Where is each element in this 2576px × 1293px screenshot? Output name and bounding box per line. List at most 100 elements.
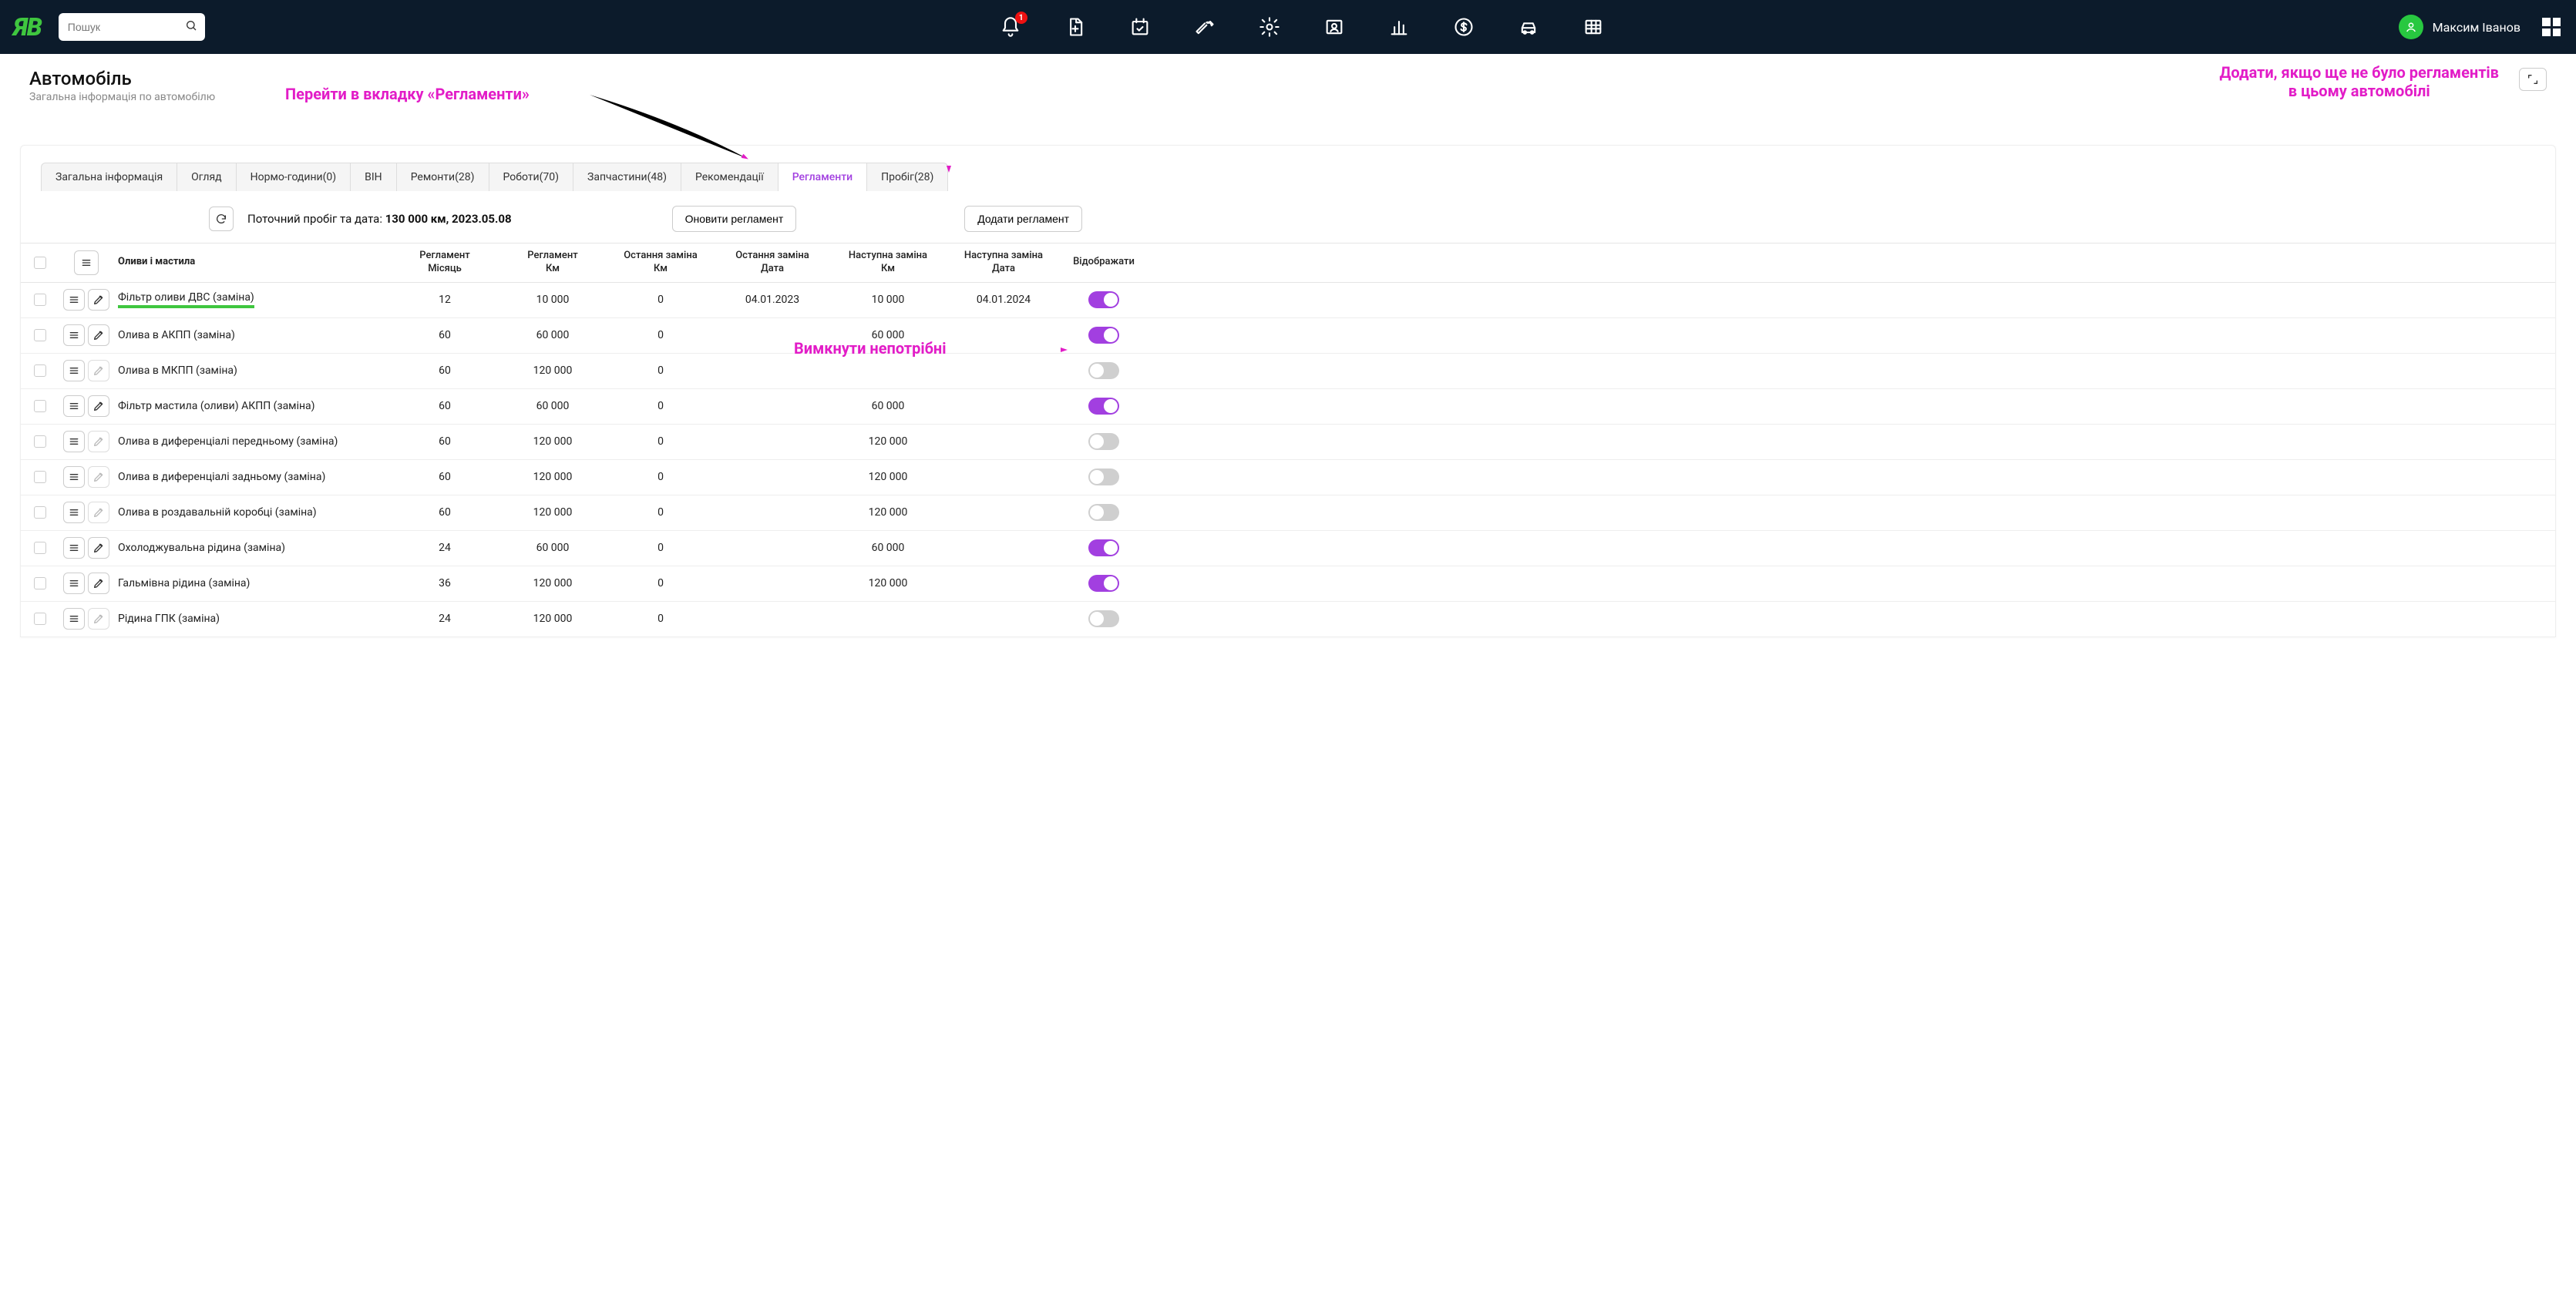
expand-button[interactable] bbox=[2519, 68, 2547, 91]
row-checkbox[interactable] bbox=[34, 294, 46, 306]
tab-0[interactable]: Загальна інформація bbox=[41, 163, 177, 191]
refresh-button[interactable] bbox=[209, 207, 234, 231]
row-checkbox[interactable] bbox=[34, 329, 46, 341]
row-menu-icon[interactable] bbox=[63, 537, 85, 559]
row-last-km: 0 bbox=[607, 394, 715, 418]
row-menu-icon[interactable] bbox=[63, 608, 85, 630]
row-next-date bbox=[946, 542, 1061, 554]
row-last-date bbox=[715, 329, 830, 341]
wrench-icon[interactable] bbox=[1194, 16, 1216, 38]
row-edit-icon[interactable] bbox=[88, 573, 109, 594]
row-name: Фільтр оливи ДВС (заміна) bbox=[113, 285, 391, 314]
row-month: 24 bbox=[391, 606, 499, 631]
row-menu-icon[interactable] bbox=[63, 360, 85, 381]
header-menu-button[interactable] bbox=[74, 250, 99, 275]
row-menu-icon[interactable] bbox=[63, 324, 85, 346]
row-menu-icon[interactable] bbox=[63, 573, 85, 594]
tab-4[interactable]: Ремонти(28) bbox=[397, 163, 489, 191]
col-name: Оливи і мастила bbox=[113, 250, 391, 275]
table-row: Охолоджувальна рідина (заміна)2460 00006… bbox=[21, 531, 2555, 566]
row-checkbox[interactable] bbox=[34, 471, 46, 483]
apps-icon[interactable] bbox=[2542, 18, 2561, 36]
row-menu-icon[interactable] bbox=[63, 289, 85, 311]
row-month: 36 bbox=[391, 571, 499, 596]
update-regulation-button[interactable]: Оновити регламент bbox=[672, 206, 797, 232]
add-regulation-button[interactable]: Додати регламент bbox=[964, 206, 1082, 232]
row-edit-icon[interactable] bbox=[88, 395, 109, 417]
row-km: 120 000 bbox=[499, 465, 607, 489]
row-name: Олива в МКПП (заміна) bbox=[113, 358, 391, 383]
row-km: 10 000 bbox=[499, 287, 607, 312]
row-last-date: 04.01.2023 bbox=[715, 287, 830, 312]
tab-2[interactable]: Нормо-години(0) bbox=[237, 163, 351, 191]
row-checkbox[interactable] bbox=[34, 506, 46, 519]
add-document-icon[interactable] bbox=[1064, 16, 1086, 38]
row-checkbox[interactable] bbox=[34, 400, 46, 412]
page-shell: Автомобіль Загальна інформація по автомо… bbox=[0, 54, 2576, 637]
row-next-date: 04.01.2024 bbox=[946, 287, 1061, 312]
row-km: 120 000 bbox=[499, 571, 607, 596]
row-toggle[interactable] bbox=[1088, 398, 1119, 415]
tab-1[interactable]: Огляд bbox=[177, 163, 236, 191]
search-input[interactable] bbox=[59, 13, 205, 41]
settings-icon[interactable] bbox=[1259, 16, 1280, 38]
row-toggle[interactable] bbox=[1088, 610, 1119, 627]
top-nav: ЯВ 1 bbox=[0, 0, 2576, 54]
chart-icon[interactable] bbox=[1388, 16, 1410, 38]
row-checkbox[interactable] bbox=[34, 577, 46, 589]
row-toggle[interactable] bbox=[1088, 291, 1119, 308]
row-toggle[interactable] bbox=[1088, 433, 1119, 450]
bell-icon[interactable]: 1 bbox=[1000, 16, 1021, 38]
row-month: 24 bbox=[391, 536, 499, 560]
car-icon[interactable] bbox=[1518, 16, 1539, 38]
row-month: 60 bbox=[391, 358, 499, 383]
user-block[interactable]: Максим Іванов bbox=[2399, 15, 2521, 39]
row-name: Рідина ГПК (заміна) bbox=[113, 606, 391, 631]
row-checkbox[interactable] bbox=[34, 542, 46, 554]
row-last-date bbox=[715, 400, 830, 412]
row-next-km: 120 000 bbox=[830, 500, 946, 525]
row-menu-icon[interactable] bbox=[63, 466, 85, 488]
row-toggle[interactable] bbox=[1088, 575, 1119, 592]
row-toggle[interactable] bbox=[1088, 327, 1119, 344]
page-title: Автомобіль bbox=[29, 68, 215, 89]
mileage-value: 130 000 км, 2023.05.08 bbox=[385, 212, 512, 226]
contact-icon[interactable] bbox=[1323, 16, 1345, 38]
checkbox-all[interactable] bbox=[34, 257, 46, 269]
tab-6[interactable]: Запчастини(48) bbox=[573, 163, 681, 191]
action-bar: Поточний пробіг та дата: 130 000 км, 202… bbox=[21, 192, 2555, 243]
grid-icon[interactable] bbox=[1582, 16, 1604, 38]
search-wrap bbox=[59, 13, 205, 41]
row-month: 60 bbox=[391, 323, 499, 348]
tab-3[interactable]: BIH bbox=[351, 163, 397, 191]
row-name: Олива в диференціалі задньому (заміна) bbox=[113, 465, 391, 489]
tab-7[interactable]: Рекомендації bbox=[681, 163, 779, 191]
row-toggle[interactable] bbox=[1088, 362, 1119, 379]
row-menu-icon[interactable] bbox=[63, 395, 85, 417]
table-row: Олива в роздавальній коробці (заміна)601… bbox=[21, 495, 2555, 531]
row-menu-icon[interactable] bbox=[63, 502, 85, 523]
row-last-date bbox=[715, 364, 830, 377]
regulations-table: Оливи і мастила РегламентМісяць Регламен… bbox=[21, 243, 2555, 637]
tab-8[interactable]: Регламенти bbox=[779, 163, 867, 191]
row-toggle[interactable] bbox=[1088, 539, 1119, 556]
table-row: Фільтр мастила (оливи) АКПП (заміна)6060… bbox=[21, 389, 2555, 425]
calendar-check-icon[interactable] bbox=[1129, 16, 1151, 38]
row-edit-icon bbox=[88, 466, 109, 488]
row-toggle[interactable] bbox=[1088, 469, 1119, 485]
tab-5[interactable]: Роботи(70) bbox=[489, 163, 574, 191]
row-edit-icon[interactable] bbox=[88, 289, 109, 311]
row-checkbox[interactable] bbox=[34, 435, 46, 448]
row-edit-icon[interactable] bbox=[88, 537, 109, 559]
money-icon[interactable] bbox=[1453, 16, 1475, 38]
row-name: Олива в АКПП (заміна) bbox=[113, 323, 391, 348]
row-checkbox[interactable] bbox=[34, 364, 46, 377]
table-row: Олива в АКПП (заміна)6060 000060 000 bbox=[21, 318, 2555, 354]
row-toggle[interactable] bbox=[1088, 504, 1119, 521]
tab-9[interactable]: Пробіг(28) bbox=[867, 163, 948, 191]
row-checkbox[interactable] bbox=[34, 613, 46, 625]
row-next-km bbox=[830, 613, 946, 625]
row-edit-icon bbox=[88, 608, 109, 630]
row-edit-icon[interactable] bbox=[88, 324, 109, 346]
row-menu-icon[interactable] bbox=[63, 431, 85, 452]
